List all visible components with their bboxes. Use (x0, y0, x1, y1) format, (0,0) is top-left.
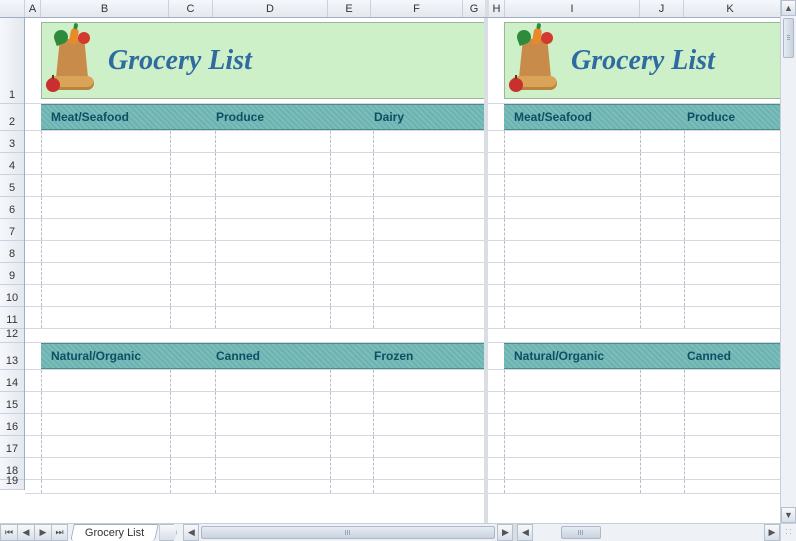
cat-frozen: Frozen (374, 349, 413, 363)
row-header-7[interactable]: 7 (0, 219, 24, 241)
sheet-nav-last[interactable]: ⏭ (51, 524, 68, 541)
column-headers: A B C D E F G H I J K (0, 0, 796, 18)
col-header-B[interactable]: B (41, 0, 169, 17)
category-bar-2-left: Natural/Organic Canned Frozen (41, 343, 484, 369)
hscroll-left-btn-2[interactable]: ◀ (517, 524, 533, 541)
col-header-A[interactable]: A (25, 0, 41, 17)
hscroll-thumb-2[interactable] (561, 526, 601, 539)
vscroll-track[interactable] (781, 16, 796, 507)
grocery-bag-icon (511, 32, 565, 90)
sheet-tab-active[interactable]: Grocery List (70, 524, 159, 541)
cat-produce: Produce (216, 110, 264, 124)
vscroll-thumb[interactable] (783, 18, 794, 58)
category-bar-1-right: Meat/Seafood Produce (504, 104, 780, 130)
hscroll-right-btn-1[interactable]: ▶ (497, 524, 513, 541)
cat-canned-r: Canned (687, 349, 731, 363)
sheet-nav-next[interactable]: ▶ (34, 524, 51, 541)
col-header-D[interactable]: D (213, 0, 328, 17)
cat-canned: Canned (216, 349, 260, 363)
sheet-tab-end[interactable] (159, 524, 177, 541)
col-header-C[interactable]: C (169, 0, 213, 17)
grid-body[interactable]: Grocery List Meat/Seafood Produce Dairy (25, 18, 780, 523)
category-row-1-right: Meat/Seafood Produce (488, 104, 780, 131)
title-banner-left: Grocery List (41, 22, 484, 99)
horizontal-scrollbars: ◀ ▶ ◀ ▶ (183, 524, 780, 541)
bottom-bar: ⏮ ◀ ▶ ⏭ Grocery List ◀ ▶ ◀ ▶ (0, 523, 780, 541)
cat-natural-organic-r: Natural/Organic (514, 349, 604, 363)
col-header-K[interactable]: K (684, 0, 776, 17)
cat-produce-r: Produce (687, 110, 735, 124)
grocery-bag-icon (48, 32, 102, 90)
title-text-right: Grocery List (571, 45, 715, 77)
row-header-3[interactable]: 3 (0, 131, 24, 153)
row-header-16[interactable]: 16 (0, 414, 24, 436)
cat-dairy: Dairy (374, 110, 404, 124)
vertical-scrollbar[interactable]: ▲ ▼ (780, 0, 796, 523)
cat-natural-organic: Natural/Organic (51, 349, 141, 363)
row-header-14[interactable]: 14 (0, 370, 24, 392)
sheet-nav-prev[interactable]: ◀ (17, 524, 34, 541)
category-bar-1-left: Meat/Seafood Produce Dairy (41, 104, 484, 130)
pane-left: Grocery List Meat/Seafood Produce Dairy (25, 18, 488, 523)
col-header-E[interactable]: E (328, 0, 371, 17)
cat-meat-seafood: Meat/Seafood (51, 110, 129, 124)
scroll-corner: ⸬ (780, 523, 796, 541)
row-header-19[interactable]: 19 (0, 480, 24, 490)
row-header-9[interactable]: 9 (0, 263, 24, 285)
title-banner-right: Grocery List (504, 22, 780, 99)
col-header-J[interactable]: J (640, 0, 684, 17)
title-row-right: Grocery List (488, 18, 780, 104)
row-header-13[interactable]: 13 (0, 343, 24, 370)
row-header-2[interactable]: 2 (0, 104, 24, 131)
row-header-17[interactable]: 17 (0, 436, 24, 458)
select-all-corner[interactable] (0, 0, 25, 17)
row-header-15[interactable]: 15 (0, 392, 24, 414)
cat-meat-seafood-r: Meat/Seafood (514, 110, 592, 124)
row-header-8[interactable]: 8 (0, 241, 24, 263)
sheet-tab-label: Grocery List (85, 527, 144, 539)
hscroll-left-btn-1[interactable]: ◀ (183, 524, 199, 541)
col-header-F[interactable]: F (371, 0, 463, 17)
row-header-6[interactable]: 6 (0, 197, 24, 219)
row-header-11[interactable]: 11 (0, 307, 24, 329)
hscroll-right-btn-2[interactable]: ▶ (764, 524, 780, 541)
hscroll-thumb-1[interactable] (201, 526, 495, 539)
category-row-1-left: Meat/Seafood Produce Dairy (25, 104, 484, 131)
row-header-4[interactable]: 4 (0, 153, 24, 175)
title-text-left: Grocery List (108, 45, 252, 77)
row-header-5[interactable]: 5 (0, 175, 24, 197)
col-header-I[interactable]: I (505, 0, 640, 17)
category-row-2-left: Natural/Organic Canned Frozen (25, 343, 484, 370)
row-header-1[interactable]: 1 (0, 18, 24, 104)
scroll-up-button[interactable]: ▲ (781, 0, 796, 16)
category-bar-2-right: Natural/Organic Canned (504, 343, 780, 369)
scroll-down-button[interactable]: ▼ (781, 507, 796, 523)
category-row-2-right: Natural/Organic Canned (488, 343, 780, 370)
sheet-nav-first[interactable]: ⏮ (0, 524, 17, 541)
row-header-10[interactable]: 10 (0, 285, 24, 307)
sheet-nav: ⏮ ◀ ▶ ⏭ (0, 524, 68, 541)
row-headers: 1 2 3 4 5 6 7 8 9 10 11 12 13 14 15 16 1… (0, 18, 25, 490)
pane-right: Grocery List Meat/Seafood Produce Na (488, 18, 780, 523)
row-header-12[interactable]: 12 (0, 329, 24, 343)
col-header-H[interactable]: H (489, 0, 505, 17)
title-row-left: Grocery List (25, 18, 484, 104)
col-header-G[interactable]: G (463, 0, 489, 17)
